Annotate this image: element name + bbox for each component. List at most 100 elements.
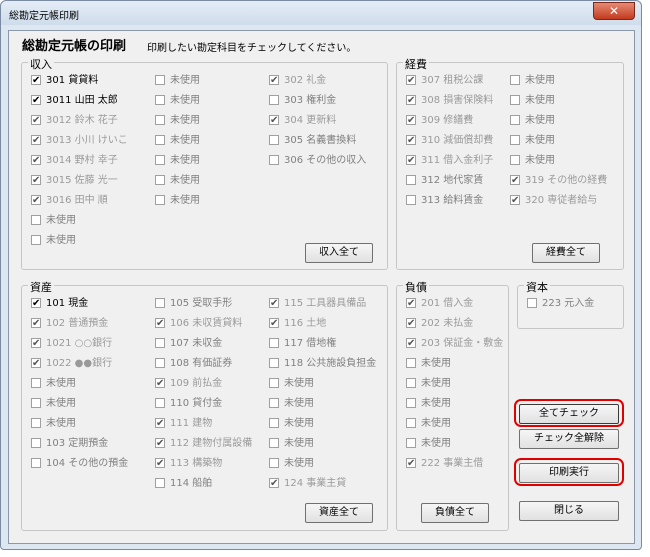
close-window-button[interactable]: ✕ — [593, 2, 635, 20]
checkbox-income-305[interactable]: 305 名義書換料 — [269, 133, 356, 149]
checkbox-income-3013[interactable]: 3013 小川 けいこ — [31, 133, 128, 149]
checkbox-box[interactable] — [31, 458, 41, 468]
checkbox-box[interactable] — [269, 73, 279, 89]
checkbox-box[interactable] — [269, 358, 279, 368]
checkbox-box[interactable] — [406, 358, 416, 368]
checkbox-box[interactable] — [155, 135, 165, 145]
checkbox-box[interactable] — [406, 153, 416, 169]
checkbox-box[interactable] — [31, 336, 41, 352]
checkbox-asset-104[interactable]: 104 その他の預金 — [31, 456, 128, 472]
checkbox-box[interactable] — [406, 336, 416, 352]
checkbox-asset-unused[interactable]: 未使用 — [31, 396, 76, 412]
checkbox-asset-105[interactable]: 105 受取手形 — [155, 296, 232, 312]
checkbox-asset-113[interactable]: 113 構築物 — [155, 456, 222, 472]
checkbox-liability-unused[interactable]: 未使用 — [406, 436, 451, 452]
checkbox-asset-unused[interactable]: 未使用 — [269, 396, 314, 412]
checkbox-box[interactable] — [269, 338, 279, 348]
checkbox-income-3014[interactable]: 3014 野村 幸子 — [31, 153, 118, 169]
checkbox-box[interactable] — [510, 173, 520, 189]
checkbox-expense-311[interactable]: 311 借入金利子 — [406, 153, 493, 169]
checkbox-liability-202[interactable]: 202 未払金 — [406, 316, 473, 332]
checkbox-income-unused[interactable]: 未使用 — [31, 233, 76, 249]
checkbox-box[interactable] — [269, 113, 279, 129]
checkbox-box[interactable] — [406, 175, 416, 185]
checkbox-expense-308[interactable]: 308 損害保険料 — [406, 93, 493, 109]
checkbox-liability-201[interactable]: 201 借入金 — [406, 296, 473, 312]
checkbox-box[interactable] — [31, 193, 41, 209]
checkbox-asset-124[interactable]: 124 事業主貸 — [269, 476, 346, 492]
checkbox-box[interactable] — [510, 155, 520, 165]
checkbox-box[interactable] — [31, 316, 41, 332]
checkbox-box[interactable] — [155, 436, 165, 452]
checkbox-box[interactable] — [31, 93, 41, 109]
checkbox-box[interactable] — [155, 358, 165, 368]
checkbox-liability-unused[interactable]: 未使用 — [406, 356, 451, 372]
liability-select-all-button[interactable]: 負債全て — [421, 503, 489, 523]
checkbox-box[interactable] — [406, 113, 416, 129]
checkbox-box[interactable] — [406, 456, 416, 472]
checkbox-box[interactable] — [510, 75, 520, 85]
checkbox-expense-320[interactable]: 320 専従者給与 — [510, 193, 597, 209]
checkbox-asset-unused[interactable]: 未使用 — [269, 376, 314, 392]
checkbox-liability-unused[interactable]: 未使用 — [406, 416, 451, 432]
checkbox-box[interactable] — [155, 398, 165, 408]
checkbox-income-unused[interactable]: 未使用 — [155, 73, 200, 89]
checkbox-box[interactable] — [155, 95, 165, 105]
checkbox-box[interactable] — [31, 73, 41, 89]
checkbox-box[interactable] — [510, 135, 520, 145]
checkbox-box[interactable] — [155, 316, 165, 332]
checkbox-expense-307[interactable]: 307 租税公課 — [406, 73, 483, 89]
checkbox-box[interactable] — [155, 456, 165, 472]
checkbox-income-306[interactable]: 306 その他の収入 — [269, 153, 366, 169]
checkbox-asset-101[interactable]: 101 現金 — [31, 296, 88, 312]
checkbox-asset-103[interactable]: 103 定期預金 — [31, 436, 108, 452]
checkbox-asset-unused[interactable]: 未使用 — [269, 436, 314, 452]
checkbox-expense-310[interactable]: 310 減価償却費 — [406, 133, 493, 149]
checkbox-box[interactable] — [269, 418, 279, 428]
checkbox-asset-unused[interactable]: 未使用 — [31, 376, 76, 392]
checkbox-expense-unused[interactable]: 未使用 — [510, 133, 555, 149]
checkbox-box[interactable] — [31, 378, 41, 388]
checkbox-box[interactable] — [406, 398, 416, 408]
checkbox-box[interactable] — [31, 133, 41, 149]
checkbox-box[interactable] — [269, 316, 279, 332]
checkbox-box[interactable] — [269, 155, 279, 165]
checkbox-box[interactable] — [406, 438, 416, 448]
checkbox-box[interactable] — [406, 195, 416, 205]
checkbox-box[interactable] — [155, 298, 165, 308]
checkbox-box[interactable] — [31, 356, 41, 372]
checkbox-box[interactable] — [406, 93, 416, 109]
checkbox-box[interactable] — [406, 133, 416, 149]
checkbox-expense-309[interactable]: 309 修繕費 — [406, 113, 473, 129]
checkbox-box[interactable] — [31, 215, 41, 225]
checkbox-box[interactable] — [269, 476, 279, 492]
checkbox-asset-116[interactable]: 116 土地 — [269, 316, 326, 332]
checkbox-box[interactable] — [31, 153, 41, 169]
checkbox-asset-unused[interactable]: 未使用 — [269, 416, 314, 432]
checkbox-asset-111[interactable]: 111 建物 — [155, 416, 212, 432]
checkbox-asset-112[interactable]: 112 建物付属設備 — [155, 436, 252, 452]
checkbox-asset-102[interactable]: 102 普通預金 — [31, 316, 108, 332]
checkbox-box[interactable] — [31, 398, 41, 408]
checkbox-box[interactable] — [155, 155, 165, 165]
checkbox-expense-312[interactable]: 312 地代家賃 — [406, 173, 483, 189]
checkbox-expense-unused[interactable]: 未使用 — [510, 153, 555, 169]
print-button[interactable]: 印刷実行 — [519, 463, 619, 483]
checkbox-box[interactable] — [269, 458, 279, 468]
checkbox-income-3016[interactable]: 3016 田中 順 — [31, 193, 108, 209]
checkbox-income-unused[interactable]: 未使用 — [155, 173, 200, 189]
check-all-button[interactable]: 全てチェック — [519, 404, 619, 424]
uncheck-all-button[interactable]: チェック全解除 — [519, 429, 619, 449]
checkbox-box[interactable] — [31, 296, 41, 312]
checkbox-asset-108[interactable]: 108 有価証券 — [155, 356, 232, 372]
checkbox-asset-unused[interactable]: 未使用 — [269, 456, 314, 472]
checkbox-asset-117[interactable]: 117 借地権 — [269, 336, 336, 352]
checkbox-liability-unused[interactable]: 未使用 — [406, 396, 451, 412]
checkbox-income-303[interactable]: 303 権利金 — [269, 93, 336, 109]
checkbox-income-302[interactable]: 302 礼金 — [269, 73, 326, 89]
checkbox-expense-unused[interactable]: 未使用 — [510, 93, 555, 109]
checkbox-box[interactable] — [510, 193, 520, 209]
checkbox-box[interactable] — [406, 316, 416, 332]
checkbox-box[interactable] — [31, 438, 41, 448]
checkbox-asset-107[interactable]: 107 未収金 — [155, 336, 222, 352]
